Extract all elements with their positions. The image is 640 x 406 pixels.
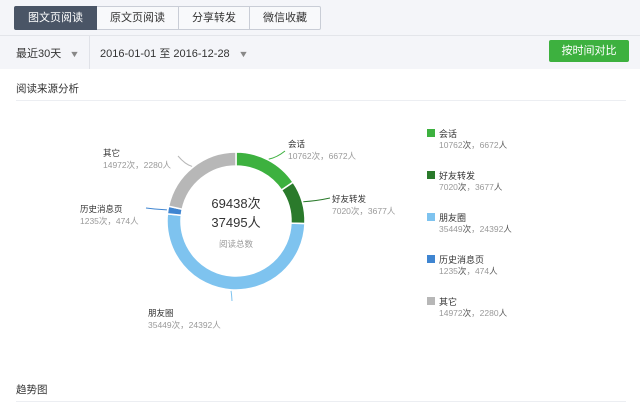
period-select[interactable]: 最近30天 ▼ xyxy=(16,45,81,61)
callout-line xyxy=(303,197,331,203)
legend-swatch xyxy=(427,213,435,221)
callout-stat: 10762次，6672人 xyxy=(288,151,357,161)
compare-by-time-button[interactable]: 按时间对比 xyxy=(549,40,629,62)
tab-article-reads[interactable]: 图文页阅读 xyxy=(14,6,97,30)
source-donut-chart: 会话 10762次，6672人好友转发 7020次，3677人朋友圈 35449次，2… xyxy=(80,139,396,330)
slice-conversation[interactable] xyxy=(235,151,295,192)
tab-bar: 图文页阅读 原文页阅读 分享转发 微信收藏 xyxy=(14,6,321,30)
slice-friend-forward[interactable] xyxy=(280,181,306,225)
range-end: 2016-12-28 xyxy=(173,48,230,60)
tab-original-reads[interactable]: 原文页阅读 xyxy=(97,6,179,30)
legend-stat: 35449次，24392人 xyxy=(439,224,512,234)
callout-line xyxy=(177,155,193,167)
legend-swatch xyxy=(427,297,435,305)
callout-line xyxy=(145,207,167,211)
callout-label: 朋友圈 xyxy=(148,308,174,318)
center-total-times: 69438次 xyxy=(211,196,260,211)
legend-swatch xyxy=(427,171,435,179)
callout-label: 其它 xyxy=(103,148,120,158)
legend-stat: 14972次，2280人 xyxy=(439,308,508,318)
callout-stat: 14972次，2280人 xyxy=(103,160,172,170)
divider xyxy=(89,36,90,69)
callout-line xyxy=(268,150,286,160)
range-start: 2016-01-01 xyxy=(100,48,157,60)
section-divider xyxy=(16,401,626,402)
range-separator: 至 xyxy=(159,48,171,60)
chevron-down-icon: ▼ xyxy=(69,49,81,59)
callout-stat: 7020次，3677人 xyxy=(332,206,396,216)
callout-label: 历史消息页 xyxy=(80,204,123,214)
period-label: 最近30天 xyxy=(16,48,62,60)
chevron-down-icon: ▼ xyxy=(237,49,249,59)
legend-swatch xyxy=(427,255,435,263)
callout-stat: 35449次，24392人 xyxy=(148,320,221,330)
legend-stat: 1235次，474人 xyxy=(439,266,498,276)
callout-label: 好友转发 xyxy=(332,194,367,204)
filter-bar: 最近30天 ▼ 2016-01-01 至 2016-12-28 ▼ xyxy=(0,35,640,70)
callout-label: 会话 xyxy=(288,139,306,149)
callout-stat: 1235次，474人 xyxy=(80,216,139,226)
date-range-picker[interactable]: 2016-01-01 至 2016-12-28 ▼ xyxy=(100,45,249,61)
center-caption: 阅读总数 xyxy=(219,239,254,249)
legend-stat: 7020次，3677人 xyxy=(439,182,503,192)
callout-line xyxy=(230,290,233,302)
center-total-people: 37495人 xyxy=(211,215,260,230)
tab-favorites[interactable]: 微信收藏 xyxy=(250,6,321,30)
legend-swatch xyxy=(427,129,435,137)
legend-stat: 10762次，6672人 xyxy=(439,140,508,150)
tab-shares[interactable]: 分享转发 xyxy=(179,6,250,30)
section-title-trend: 趋势图 xyxy=(16,384,48,396)
content-panel: 阅读来源分析 会话 10762次，6672人 好友转发 7020次，3677人 朋友圈 3… xyxy=(0,69,640,406)
